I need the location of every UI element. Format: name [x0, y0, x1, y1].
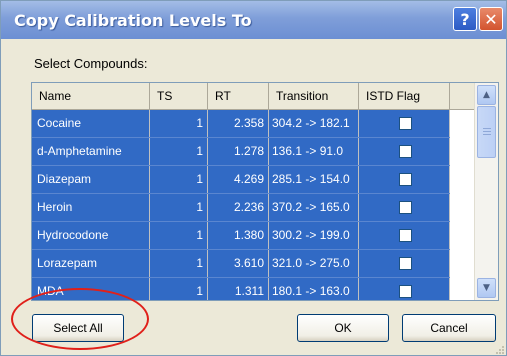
cell-istd-flag: [359, 194, 450, 221]
grid-header: Name TS RT Transition ISTD Flag: [32, 83, 450, 110]
cell-rt: 1.278: [208, 138, 269, 165]
cell-transition: 136.1 -> 91.0: [269, 138, 359, 165]
checkbox-icon[interactable]: [399, 117, 412, 130]
grip-line: [483, 134, 491, 135]
cell-rt: 2.236: [208, 194, 269, 221]
cell-transition: 180.1 -> 163.0: [269, 278, 359, 300]
column-header-rt[interactable]: RT: [208, 83, 269, 109]
column-header-name[interactable]: Name: [32, 83, 150, 109]
cell-rt: 1.311: [208, 278, 269, 300]
cell-rt: 4.269: [208, 166, 269, 193]
cell-rt: 3.610: [208, 250, 269, 277]
cell-name: d-Amphetamine: [32, 138, 150, 165]
cell-transition: 285.1 -> 154.0: [269, 166, 359, 193]
vertical-scrollbar[interactable]: ▲ ▼: [474, 83, 498, 300]
cell-ts: 1: [150, 278, 208, 300]
title-bar[interactable]: Copy Calibration Levels To ? ✕: [1, 1, 506, 39]
close-icon[interactable]: ✕: [479, 7, 503, 31]
cell-transition: 370.2 -> 165.0: [269, 194, 359, 221]
dialog-title: Copy Calibration Levels To: [14, 11, 252, 30]
cell-name: Lorazepam: [32, 250, 150, 277]
select-compounds-label: Select Compounds:: [34, 56, 148, 71]
column-header-ts[interactable]: TS: [150, 83, 208, 109]
grip-line: [483, 128, 491, 129]
cell-rt: 1.380: [208, 222, 269, 249]
table-row[interactable]: Cocaine 1 2.358 304.2 -> 182.1: [32, 110, 450, 138]
table-row[interactable]: d-Amphetamine 1 1.278 136.1 -> 91.0: [32, 138, 450, 166]
cell-transition: 304.2 -> 182.1: [269, 110, 359, 137]
cell-ts: 1: [150, 138, 208, 165]
cancel-button[interactable]: Cancel: [402, 314, 496, 342]
table-row[interactable]: Diazepam 1 4.269 285.1 -> 154.0: [32, 166, 450, 194]
checkbox-icon[interactable]: [399, 285, 412, 298]
header-filler: [450, 83, 474, 110]
cell-name: Diazepam: [32, 166, 150, 193]
cell-name: Heroin: [32, 194, 150, 221]
annotation-circle: [11, 288, 149, 350]
table-row[interactable]: Heroin 1 2.236 370.2 -> 165.0: [32, 194, 450, 222]
cell-ts: 1: [150, 194, 208, 221]
compounds-grid: Name TS RT Transition ISTD Flag Cocaine …: [31, 82, 499, 301]
grid-rows: Cocaine 1 2.358 304.2 -> 182.1 d-Ampheta…: [32, 110, 450, 300]
cell-ts: 1: [150, 250, 208, 277]
cell-transition: 321.0 -> 275.0: [269, 250, 359, 277]
scrollbar-thumb[interactable]: [477, 106, 496, 158]
checkbox-icon[interactable]: [399, 201, 412, 214]
table-row[interactable]: Lorazepam 1 3.610 321.0 -> 275.0: [32, 250, 450, 278]
scroll-up-arrow-icon[interactable]: ▲: [477, 85, 496, 105]
cell-name: Hydrocodone: [32, 222, 150, 249]
cell-istd-flag: [359, 250, 450, 277]
ok-button[interactable]: OK: [297, 314, 389, 342]
grip-line: [483, 131, 491, 132]
cell-ts: 1: [150, 222, 208, 249]
cell-transition: 300.2 -> 199.0: [269, 222, 359, 249]
cell-name: Cocaine: [32, 110, 150, 137]
cell-istd-flag: [359, 110, 450, 137]
table-row[interactable]: Hydrocodone 1 1.380 300.2 -> 199.0: [32, 222, 450, 250]
cell-istd-flag: [359, 138, 450, 165]
help-icon[interactable]: ?: [453, 7, 477, 31]
cell-istd-flag: [359, 278, 450, 300]
column-header-istd-flag[interactable]: ISTD Flag: [359, 83, 450, 109]
resize-grip-icon[interactable]: [495, 345, 505, 355]
cell-ts: 1: [150, 110, 208, 137]
column-header-transition[interactable]: Transition: [269, 83, 359, 109]
checkbox-icon[interactable]: [399, 229, 412, 242]
cell-ts: 1: [150, 166, 208, 193]
checkbox-icon[interactable]: [399, 173, 412, 186]
checkbox-icon[interactable]: [399, 145, 412, 158]
cell-istd-flag: [359, 166, 450, 193]
scroll-down-arrow-icon[interactable]: ▼: [477, 278, 496, 298]
cell-istd-flag: [359, 222, 450, 249]
cell-rt: 2.358: [208, 110, 269, 137]
copy-calibration-dialog: Copy Calibration Levels To ? ✕ Select Co…: [0, 0, 507, 356]
checkbox-icon[interactable]: [399, 257, 412, 270]
